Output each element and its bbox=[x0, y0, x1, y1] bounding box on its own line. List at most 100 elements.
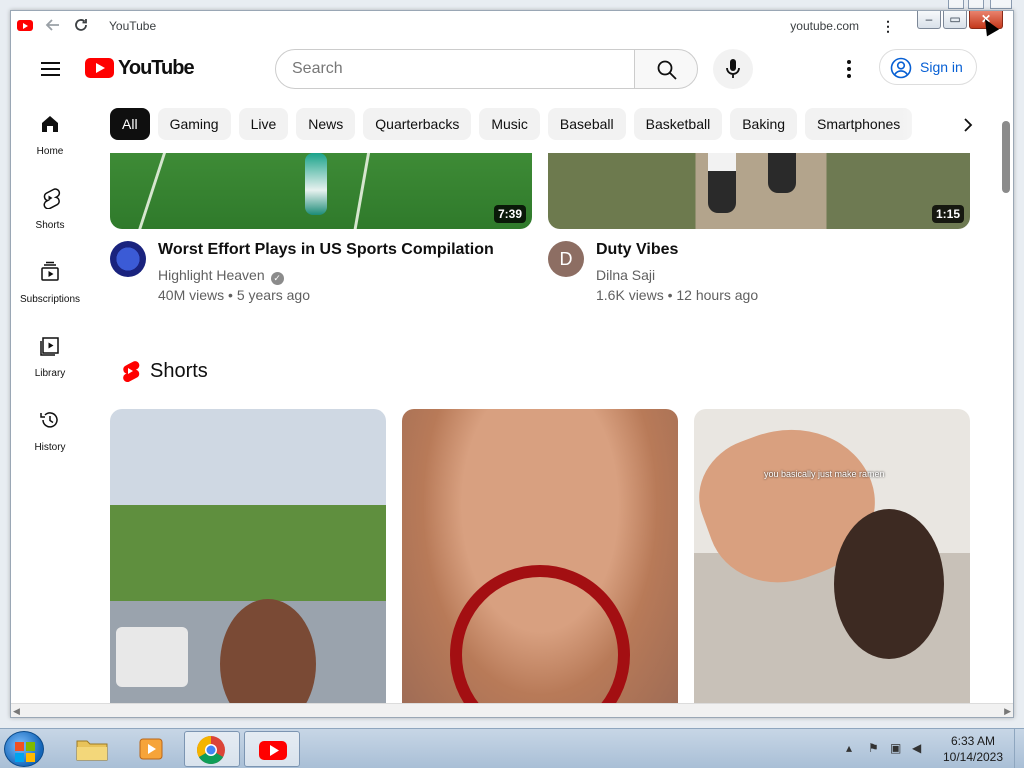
horizontal-scrollbar[interactable]: ◀ ▶ bbox=[11, 703, 1013, 717]
scroll-right-arrow-icon[interactable]: ▶ bbox=[1004, 706, 1011, 717]
video-duration: 1:15 bbox=[931, 205, 964, 223]
shorts-logo-icon bbox=[123, 361, 140, 382]
video-card[interactable]: 1:15 D Duty Vibes Dilna Saji 1.6K views … bbox=[548, 153, 970, 309]
thumbnail-person-figure bbox=[708, 153, 736, 213]
chip-quarterbacks[interactable]: Quarterbacks bbox=[363, 108, 472, 140]
upload-age: 5 years ago bbox=[236, 287, 310, 303]
system-tray: ▴ ⚑ ▣ ◀ bbox=[846, 741, 936, 757]
volume-muted-icon[interactable]: ◀ bbox=[912, 741, 921, 755]
verified-badge-icon: ✓ bbox=[270, 272, 284, 285]
sidebar-item-label: Shorts bbox=[35, 220, 65, 231]
clock-date: 10/14/2023 bbox=[942, 750, 1004, 764]
start-button[interactable] bbox=[4, 731, 44, 767]
short-card[interactable] bbox=[110, 409, 386, 717]
video-thumbnail[interactable]: 1:15 bbox=[548, 153, 970, 229]
short-card[interactable]: you basically just make ramen bbox=[694, 409, 970, 717]
media-player-icon bbox=[139, 738, 163, 760]
back-arrow-icon[interactable] bbox=[43, 17, 63, 37]
view-count: 40M views bbox=[158, 287, 225, 303]
taskbar-youtube[interactable] bbox=[244, 731, 300, 767]
search-button[interactable] bbox=[634, 49, 698, 89]
shorts-shelf-header: Shorts bbox=[120, 359, 208, 383]
network-icon[interactable]: ▣ bbox=[890, 741, 901, 755]
voice-search-button[interactable] bbox=[713, 49, 753, 89]
scroll-left-arrow-icon[interactable]: ◀ bbox=[13, 706, 20, 717]
short-thumbnail-vehicle bbox=[116, 627, 188, 687]
minimize-icon: – bbox=[925, 12, 933, 26]
video-meta: Worst Effort Plays in US Sports Compilat… bbox=[110, 229, 532, 309]
video-title[interactable]: Duty Vibes bbox=[596, 241, 678, 259]
channel-avatar[interactable] bbox=[110, 241, 146, 277]
chip-baking[interactable]: Baking bbox=[730, 108, 798, 140]
sidebar-item-library[interactable]: Library bbox=[11, 319, 89, 389]
chip-smartphones[interactable]: Smartphones bbox=[805, 108, 913, 140]
scrollbar-thumb[interactable] bbox=[1002, 121, 1010, 193]
reload-icon[interactable] bbox=[71, 17, 91, 37]
background-maximize-button[interactable] bbox=[968, 0, 984, 9]
show-hidden-icons-icon[interactable]: ▴ bbox=[846, 741, 852, 755]
windows-logo-icon bbox=[15, 753, 24, 762]
chip-all[interactable]: All bbox=[110, 108, 150, 140]
minimize-button[interactable]: – bbox=[917, 11, 941, 29]
sign-in-label: Sign in bbox=[920, 59, 963, 75]
chip-gaming[interactable]: Gaming bbox=[157, 108, 231, 140]
windows-logo-icon bbox=[26, 753, 35, 762]
search-icon bbox=[657, 60, 677, 80]
short-thumbnail-circle-highlight bbox=[450, 565, 630, 717]
chip-live[interactable]: Live bbox=[238, 108, 289, 140]
upload-age: 12 hours ago bbox=[676, 287, 759, 303]
background-minimize-button[interactable] bbox=[948, 0, 964, 9]
chip-baseball[interactable]: Baseball bbox=[547, 108, 626, 140]
browse-feed: 7:39 Worst Effort Plays in US Sports Com… bbox=[110, 153, 1010, 717]
chip-music[interactable]: Music bbox=[479, 108, 540, 140]
app-menu-button[interactable]: ⋮ bbox=[881, 18, 895, 35]
chip-basketball[interactable]: Basketball bbox=[633, 108, 723, 140]
video-card[interactable]: 7:39 Worst Effort Plays in US Sports Com… bbox=[110, 153, 532, 309]
search-input[interactable] bbox=[275, 49, 635, 89]
chrome-icon bbox=[197, 736, 225, 764]
show-desktop-button[interactable] bbox=[1014, 729, 1024, 768]
sidebar-item-label: Subscriptions bbox=[19, 294, 81, 305]
settings-more-icon[interactable] bbox=[837, 57, 861, 81]
sidebar-item-home[interactable]: Home bbox=[11, 97, 89, 167]
account-icon bbox=[890, 57, 912, 79]
window-title: YouTube bbox=[109, 19, 157, 33]
sidebar-item-label: History bbox=[34, 442, 66, 453]
sidebar-item-subscriptions[interactable]: Subscriptions bbox=[11, 245, 89, 315]
action-center-flag-icon[interactable]: ⚑ bbox=[868, 741, 879, 755]
youtube-icon bbox=[259, 741, 287, 760]
taskbar-clock[interactable]: 6:33 AM 10/14/2023 bbox=[940, 733, 1006, 765]
masthead: YouTube Sign in bbox=[11, 41, 1013, 97]
chip-news[interactable]: News bbox=[296, 108, 356, 140]
video-stats: 1.6K views • 12 hours ago bbox=[596, 287, 759, 303]
channel-avatar[interactable]: D bbox=[548, 241, 584, 277]
video-title[interactable]: Worst Effort Plays in US Sports Compilat… bbox=[158, 241, 494, 259]
shorts-icon bbox=[43, 188, 61, 209]
channel-name[interactable]: Highlight Heaven bbox=[158, 267, 265, 283]
channel-name[interactable]: Dilna Saji bbox=[596, 267, 655, 283]
youtube-app-window: YouTube youtube.com ⋮ – ▭ ✕ YouTube Sign… bbox=[10, 10, 1014, 718]
sidebar-item-shorts[interactable]: Shorts bbox=[11, 171, 89, 241]
view-count: 1.6K views bbox=[596, 287, 664, 303]
video-thumbnail[interactable]: 7:39 bbox=[110, 153, 532, 229]
youtube-logo[interactable]: YouTube bbox=[85, 56, 195, 80]
taskbar-chrome[interactable] bbox=[184, 731, 240, 767]
background-close-button[interactable] bbox=[990, 0, 1012, 9]
taskbar-media-player[interactable] bbox=[124, 731, 180, 767]
chips-next-button[interactable] bbox=[955, 112, 981, 138]
vertical-scrollbar[interactable] bbox=[999, 97, 1013, 703]
sidebar-item-history[interactable]: History bbox=[11, 393, 89, 463]
sign-in-button[interactable]: Sign in bbox=[879, 49, 977, 85]
sidebar: Home Shorts Subscriptions Library Histor… bbox=[11, 97, 89, 717]
taskbar-file-explorer[interactable] bbox=[64, 731, 120, 767]
youtube-logo-text: YouTube bbox=[118, 56, 195, 79]
thumbnail-player-figure bbox=[305, 153, 327, 215]
youtube-logo-icon bbox=[85, 58, 114, 78]
short-caption: you basically just make ramen bbox=[764, 469, 885, 479]
short-card[interactable] bbox=[402, 409, 678, 717]
hamburger-menu-icon[interactable] bbox=[39, 57, 63, 81]
maximize-button[interactable]: ▭ bbox=[943, 11, 967, 29]
clock-time: 6:33 AM bbox=[950, 734, 996, 748]
windows-logo-icon bbox=[15, 742, 24, 751]
background-window-controls bbox=[914, 0, 1024, 10]
